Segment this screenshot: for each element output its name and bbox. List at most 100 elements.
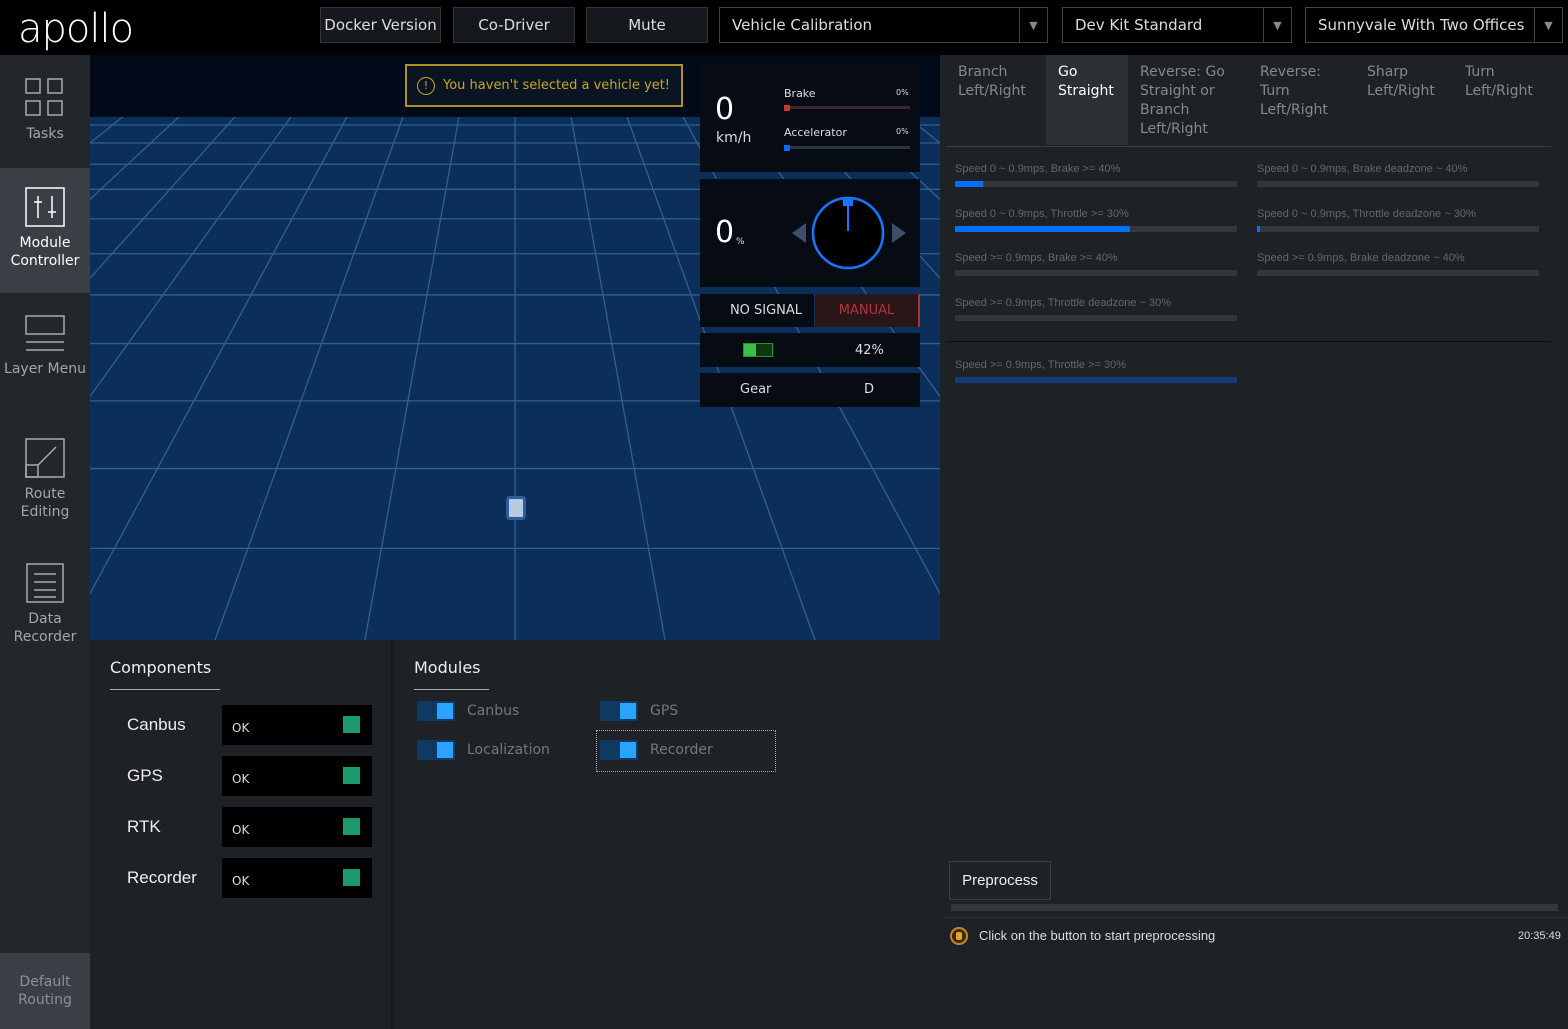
module-toggle-recorder[interactable]: Recorder: [600, 739, 713, 761]
warning-text: You haven't selected a vehicle yet!: [443, 78, 671, 93]
map-select-value: Sunnyvale With Two Offices: [1318, 16, 1525, 34]
sidebar-item-tasks[interactable]: Tasks: [0, 55, 90, 167]
progress-fill: [955, 226, 1130, 232]
divider: [946, 341, 1551, 342]
document-icon: [26, 563, 64, 603]
component-row: Recorder OK: [127, 858, 372, 898]
accelerator-value: 0%: [896, 127, 909, 136]
component-status: OK: [222, 756, 372, 796]
status-text: OK: [232, 772, 250, 786]
progress-label: Speed >= 0.9mps, Brake >= 40%: [955, 252, 1118, 264]
tab-branch-left-right[interactable]: Branch Left/Right: [946, 55, 1046, 145]
accelerator-label: Accelerator: [784, 126, 847, 139]
module-label: Recorder: [650, 742, 713, 758]
sidebar-item-label: Layer Menu: [4, 361, 86, 377]
module-toggle-localization[interactable]: Localization: [417, 739, 550, 761]
components-panel: Components Canbus OK GPS OK RTK OK Recorder…: [90, 640, 393, 1029]
sidebar-item-module-controller[interactable]: Module Controller: [0, 168, 90, 293]
progress-bar: [955, 270, 1237, 276]
toggle-switch[interactable]: [417, 740, 455, 760]
battery-value: 42%: [855, 343, 884, 358]
component-status: OK: [222, 705, 372, 745]
signal-status: NO SIGNAL: [700, 294, 814, 327]
tab-go-straight[interactable]: Go Straight: [1046, 55, 1128, 145]
sidebar-item-label: Tasks: [26, 126, 64, 142]
component-row: GPS OK: [127, 756, 372, 796]
grid-line: [90, 116, 236, 280]
brake-bar: [784, 105, 910, 111]
brake-label: Brake: [784, 87, 816, 100]
accelerator-bar: [784, 145, 910, 151]
tab-sharp-left-right[interactable]: Sharp Left/Right: [1355, 55, 1453, 145]
sidebar-item-route-editing[interactable]: Route Editing: [0, 425, 90, 540]
mode-select[interactable]: Vehicle Calibration ▼: [719, 7, 1048, 43]
sidebar-item-label: Route Editing: [20, 486, 70, 520]
steering-value: 0: [715, 215, 735, 250]
vehicle-select[interactable]: Dev Kit Standard ▼: [1062, 7, 1292, 43]
status-indicator: [343, 869, 360, 886]
calibration-panel: Branch Left/Right Go Straight Reverse: G…: [943, 55, 1568, 1029]
driving-mode-status: MANUAL: [815, 294, 920, 327]
progress-bar: [955, 181, 1237, 187]
vehicle-warning-banner: ! You haven't selected a vehicle yet!: [405, 64, 683, 107]
sidebar-item-label: Data Recorder: [13, 611, 77, 645]
sidebar-item-label: Module Controller: [10, 235, 80, 269]
chevron-down-icon: ▼: [1263, 8, 1291, 42]
tab-reverse-turn[interactable]: Reverse: Turn Left/Right: [1248, 55, 1353, 145]
grid-icon: [25, 78, 63, 116]
status-indicator: [343, 767, 360, 784]
progress-fill: [955, 181, 984, 187]
speed-unit: km/h: [716, 130, 752, 146]
divider: [943, 917, 1568, 918]
top-bar: apollo Docker Version Co-Driver Mute Veh…: [0, 0, 1568, 55]
module-toggle-gps[interactable]: GPS: [600, 700, 678, 722]
progress-bar: [1257, 270, 1539, 276]
sidebar-item-layer-menu[interactable]: Layer Menu: [0, 300, 90, 415]
sidebar: Tasks Module Controller Layer Menu Route…: [0, 55, 90, 1029]
tab-reverse-go-straight[interactable]: Reverse: Go Straight or Branch Left/Righ…: [1128, 55, 1248, 145]
progress-label: Speed 0 ~ 0.9mps, Throttle deadzone ~ 30…: [1257, 208, 1476, 220]
vehicle-select-value: Dev Kit Standard: [1075, 16, 1203, 34]
module-toggle-canbus[interactable]: Canbus: [417, 700, 519, 722]
grid-line: [570, 116, 666, 640]
preprocess-button[interactable]: Preprocess: [949, 861, 1051, 900]
module-label: Canbus: [467, 703, 520, 719]
log-message: Click on the button to start preprocessi…: [979, 928, 1216, 943]
turn-left-icon: [792, 223, 806, 243]
progress-fill: [1257, 226, 1260, 232]
status-indicator: [343, 818, 360, 835]
co-driver-button[interactable]: Co-Driver: [453, 7, 575, 43]
route-icon: [25, 438, 65, 478]
progress-bar: [955, 226, 1237, 232]
progress-label: Speed >= 0.9mps, Brake deadzone ~ 40%: [1257, 252, 1465, 264]
gear-panel: Gear D: [700, 373, 920, 407]
components-title: Components: [110, 658, 220, 690]
status-text: OK: [232, 823, 250, 837]
progress-label: Speed 0 ~ 0.9mps, Brake deadzone ~ 40%: [1257, 163, 1468, 175]
progress-fill: [955, 377, 1237, 383]
grid-line: [364, 116, 460, 640]
default-routing-button[interactable]: Default Routing: [0, 953, 90, 1029]
brake-value: 0%: [896, 88, 909, 97]
sidebar-item-data-recorder[interactable]: Data Recorder: [0, 550, 90, 665]
toggle-switch[interactable]: [600, 740, 638, 760]
mute-button[interactable]: Mute: [586, 7, 708, 43]
steering-wheel-icon: [792, 196, 906, 270]
status-text: OK: [232, 874, 250, 888]
map-select[interactable]: Sunnyvale With Two Offices ▼: [1305, 7, 1563, 43]
speed-panel: 0 km/h Brake 0% Accelerator 0%: [700, 64, 920, 172]
toggle-switch[interactable]: [417, 701, 455, 721]
sidebar-item-label: Default Routing: [18, 974, 72, 1008]
grid-line: [214, 116, 404, 640]
apollo-logo: apollo: [18, 6, 134, 52]
toggle-switch[interactable]: [600, 701, 638, 721]
status-indicator: [343, 716, 360, 733]
chevron-down-icon: ▼: [1019, 8, 1047, 42]
turn-right-icon: [892, 223, 906, 243]
gear-label: Gear: [740, 382, 772, 397]
docker-version-button[interactable]: Docker Version: [320, 7, 441, 43]
component-name: GPS: [127, 766, 163, 785]
module-label: GPS: [650, 703, 679, 719]
component-row: Canbus OK: [127, 705, 372, 745]
tab-turn-left-right[interactable]: Turn Left/Right: [1453, 55, 1553, 145]
